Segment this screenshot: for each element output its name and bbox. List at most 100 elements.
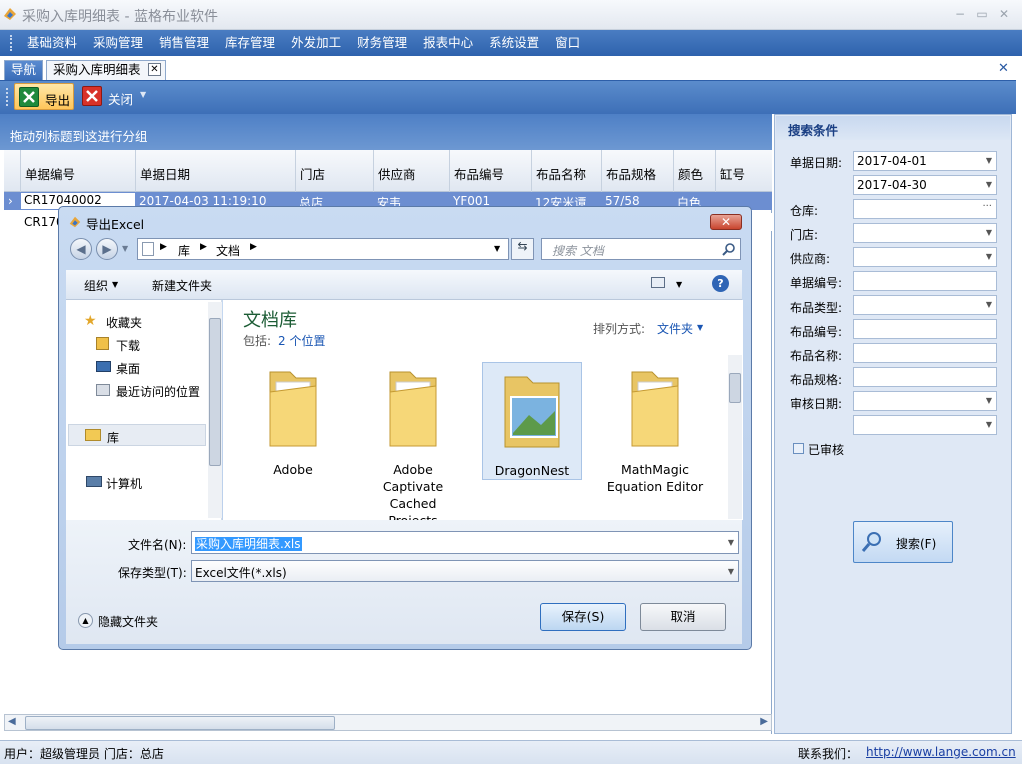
dialog-toolbar: 组织 ▼ 新建文件夹 ▼ ? [66, 270, 742, 300]
restore-icon[interactable]: ▭ [974, 6, 990, 22]
back-icon[interactable]: ◀ [70, 238, 92, 260]
content-scrollbar[interactable] [728, 355, 742, 519]
audited-checkbox[interactable] [793, 443, 804, 454]
address-dropdown-icon[interactable]: ▼ [494, 244, 500, 253]
nav-favorites[interactable]: 收藏夹 [106, 314, 142, 331]
includes-link[interactable]: 2 个位置 [278, 332, 325, 349]
organize-button[interactable]: 组织 [84, 277, 108, 294]
search-button[interactable]: 搜索(F) [853, 521, 953, 563]
website-link[interactable]: http://www.lange.com.cn [866, 745, 1016, 759]
folder-item[interactable]: MathMagic Equation Editor [605, 362, 705, 495]
view-dropdown-icon[interactable]: ▼ [676, 280, 682, 289]
filename-dropdown-icon[interactable]: ▼ [728, 538, 734, 547]
supplier-select[interactable]: ▼ [853, 247, 997, 267]
fabric-name-input[interactable] [853, 343, 997, 363]
cancel-button[interactable]: 取消 [640, 603, 726, 631]
col-header[interactable]: 单据日期 [135, 150, 295, 192]
dialog-search-input[interactable]: 搜索 文档 [541, 238, 741, 260]
scroll-thumb[interactable] [25, 716, 335, 730]
new-folder-button[interactable]: 新建文件夹 [152, 277, 212, 294]
group-panel[interactable]: 拖动列标题到这进行分组 [0, 114, 772, 150]
forward-icon[interactable]: ▶ [96, 238, 118, 260]
doc-number-input[interactable] [853, 271, 997, 291]
col-header[interactable]: 单据编号 [20, 150, 135, 192]
col-header[interactable]: 缸号 [715, 150, 772, 192]
col-header[interactable]: 布品编号 [449, 150, 531, 192]
store-select[interactable]: ▼ [853, 223, 997, 243]
star-icon: ★ [84, 313, 97, 329]
scroll-right-icon[interactable]: ▶ [760, 716, 768, 727]
menu-item-finance[interactable]: 财务管理 [349, 30, 415, 56]
nav-scroll-thumb[interactable] [209, 318, 221, 466]
filetype-select[interactable]: Excel文件(*.xls) ▼ [191, 560, 739, 582]
dropdown-icon[interactable]: ▼ [986, 228, 992, 237]
menu-item-reports[interactable]: 报表中心 [415, 30, 481, 56]
tab-navigation[interactable]: 导航 [4, 60, 44, 80]
fabric-code-input[interactable] [853, 319, 997, 339]
menu-item-purchase[interactable]: 采购管理 [85, 30, 151, 56]
dropdown-icon[interactable]: ▼ [986, 396, 992, 405]
dropdown-icon[interactable]: ▼ [986, 300, 992, 309]
save-button[interactable]: 保存(S) [540, 603, 626, 631]
audit-date-from[interactable]: ▼ [853, 391, 997, 411]
fabric-type-select[interactable]: ▼ [853, 295, 997, 315]
menu-item-basic-data[interactable]: 基础资料 [19, 30, 85, 56]
menu-item-outsourcing[interactable]: 外发加工 [283, 30, 349, 56]
dropdown-icon[interactable]: ▼ [986, 252, 992, 261]
warehouse-field[interactable]: ··· [853, 199, 997, 219]
dropdown-icon[interactable]: ▼ [986, 180, 992, 189]
sort-dropdown-icon[interactable]: ▼ [697, 323, 703, 332]
toolbar-grip [6, 88, 9, 106]
nav-desktop[interactable]: 桌面 [116, 360, 140, 377]
nav-computer[interactable]: 计算机 [106, 475, 142, 492]
audit-date-to[interactable]: ▼ [853, 415, 997, 435]
col-header[interactable]: 颜色 [673, 150, 715, 192]
minimize-icon[interactable]: − [952, 6, 968, 22]
menu-item-inventory[interactable]: 库存管理 [217, 30, 283, 56]
chevron-down-icon[interactable]: ▼ [140, 90, 146, 99]
date-to-field[interactable]: 2017-04-30 ▼ [853, 175, 997, 195]
tab-close-icon[interactable]: ✕ [148, 63, 161, 76]
date-from-field[interactable]: 2017-04-01 ▼ [853, 151, 997, 171]
dropdown-icon[interactable]: ▼ [986, 156, 992, 165]
nav-recent[interactable]: 最近访问的位置 [116, 383, 200, 400]
address-bar[interactable]: ▶ 库 ▶ 文档 ▶ ▼ [137, 238, 509, 260]
search-icon[interactable] [722, 242, 736, 256]
menu-item-sales[interactable]: 销售管理 [151, 30, 217, 56]
folder-item-selected[interactable]: DragonNest [482, 362, 582, 480]
close-button[interactable]: 关闭 ▼ [78, 83, 150, 110]
nav-downloads[interactable]: 下载 [116, 337, 140, 354]
folder-item[interactable]: Adobe [243, 362, 343, 478]
view-options-icon[interactable] [651, 277, 665, 288]
breadcrumb-library[interactable]: 库 [178, 242, 190, 259]
ellipsis-icon[interactable]: ··· [982, 201, 992, 212]
organize-dropdown-icon[interactable]: ▼ [112, 280, 118, 289]
filetype-dropdown-icon[interactable]: ▼ [728, 567, 734, 576]
col-header[interactable]: 布品规格 [601, 150, 673, 192]
sort-value[interactable]: 文件夹 [657, 320, 693, 337]
menu-item-window[interactable]: 窗口 [547, 30, 588, 56]
dialog-close-icon[interactable]: ✕ [710, 214, 742, 230]
col-header[interactable]: 布品名称 [531, 150, 601, 192]
content-scroll-thumb[interactable] [729, 373, 741, 403]
close-window-icon[interactable]: ✕ [996, 6, 1012, 22]
filename-input[interactable]: 采购入库明细表.xls ▼ [191, 531, 739, 554]
export-button[interactable]: 导出 [14, 83, 74, 110]
scroll-left-icon[interactable]: ◀ [8, 716, 16, 727]
help-icon[interactable]: ? [712, 275, 729, 292]
menu-item-settings[interactable]: 系统设置 [481, 30, 547, 56]
folder-item[interactable]: Adobe Captivate Cached Projects [363, 362, 463, 529]
fabric-spec-input[interactable] [853, 367, 997, 387]
history-dropdown-icon[interactable]: ▼ [122, 244, 128, 253]
nav-library-row[interactable]: 库 [68, 424, 206, 446]
panel-close-icon[interactable]: ✕ [998, 61, 1009, 76]
app-icon [4, 8, 16, 20]
refresh-icon[interactable]: ⇆ [511, 238, 534, 260]
nav-scrollbar[interactable] [208, 302, 222, 518]
horizontal-scrollbar[interactable]: ◀ ▶ [4, 714, 772, 731]
dropdown-icon[interactable]: ▼ [986, 420, 992, 429]
downloads-icon [96, 337, 109, 350]
col-header[interactable]: 供应商 [373, 150, 449, 192]
col-header[interactable]: 门店 [295, 150, 373, 192]
breadcrumb-documents[interactable]: 文档 [216, 242, 240, 259]
